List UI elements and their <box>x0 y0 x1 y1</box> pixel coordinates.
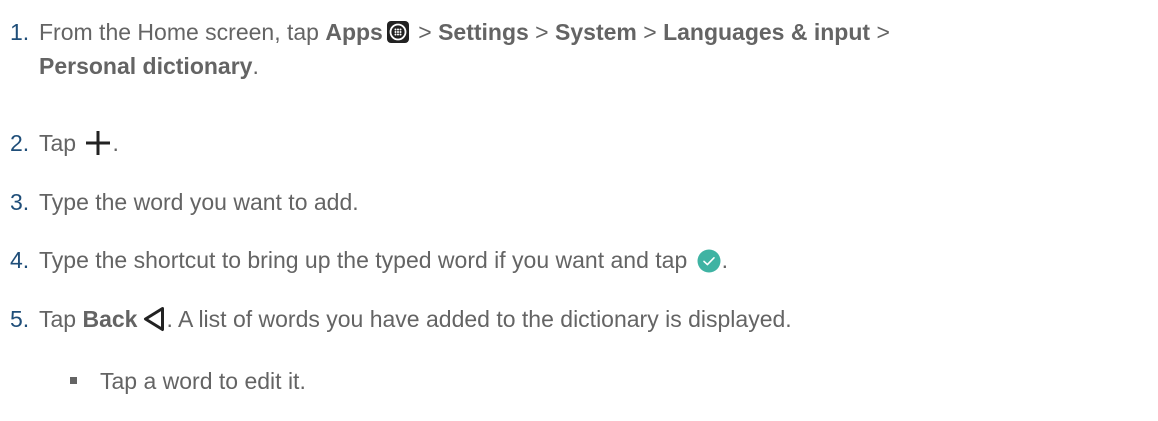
personal-dictionary-label: Personal dictionary <box>39 53 253 79</box>
apps-label: Apps <box>325 19 383 45</box>
step-text: Tap Back. A list of words you have added… <box>39 306 792 332</box>
back-label: Back <box>82 306 138 332</box>
step-text: Type the word you want to add. <box>39 189 359 215</box>
step-number: 2. <box>10 130 30 156</box>
languages-input-label: Languages & input <box>663 19 871 45</box>
step-text: From the Home screen, tap Apps > Setting… <box>39 19 890 79</box>
step-text: Type the shortcut to bring up the typed … <box>39 247 729 273</box>
step-number: 1. <box>10 19 30 45</box>
bullet-marker <box>70 377 77 384</box>
plus-icon <box>85 130 111 156</box>
check-circle-icon <box>697 248 721 273</box>
step-text: Tap . <box>39 130 119 156</box>
step-number: 4. <box>10 247 30 273</box>
system-label: System <box>555 19 637 45</box>
apps-grid-icon <box>386 21 409 44</box>
back-triangle-icon <box>143 306 165 332</box>
step-number: 3. <box>10 189 30 215</box>
step-number: 5. <box>10 306 30 332</box>
settings-label: Settings <box>438 19 529 45</box>
sub-step-text: Tap a word to edit it. <box>100 368 306 394</box>
